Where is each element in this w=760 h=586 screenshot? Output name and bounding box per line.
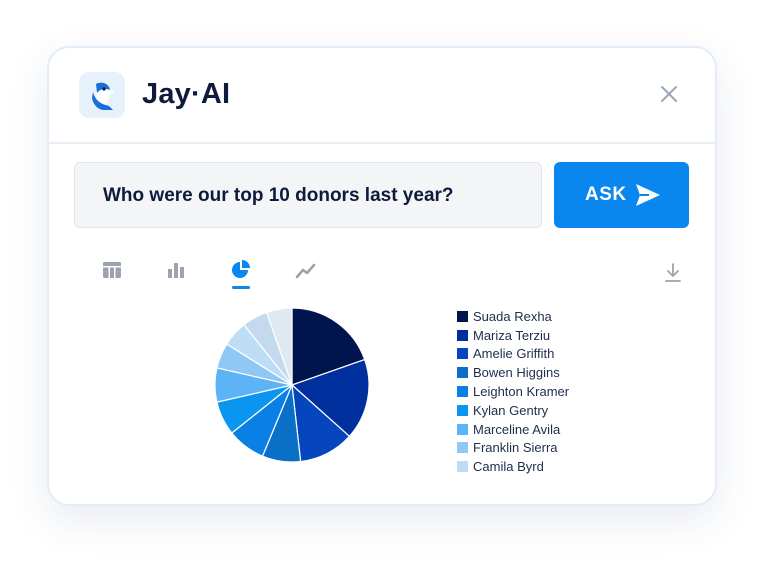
download-icon <box>665 263 681 282</box>
legend-item: Bowen Higgins <box>457 363 569 382</box>
chart-legend: Suada Rexha Mariza Terziu Amelie Griffith B… <box>457 307 569 476</box>
legend-item: Kylan Gentry <box>457 401 569 420</box>
widget-header: Jay·AI <box>49 48 715 144</box>
legend-swatch <box>457 404 468 416</box>
legend-item: Suada Rexha <box>457 307 569 326</box>
legend-item: Marceline Avila <box>457 420 569 439</box>
legend-label: Bowen Higgins <box>473 365 560 381</box>
legend-label: Franklin Sierra <box>473 440 558 456</box>
legend-label: Amelie Griffith <box>473 346 555 362</box>
donor-pie-chart <box>214 307 370 463</box>
legend-item: Camila Byrd <box>457 457 569 476</box>
legend-swatch <box>457 442 468 454</box>
close-icon[interactable] <box>659 84 679 104</box>
line-view-tab[interactable] <box>294 258 318 282</box>
active-tab-indicator <box>232 286 250 289</box>
pie-chart-icon <box>232 260 250 278</box>
bar-chart-icon <box>168 263 184 278</box>
table-icon <box>103 262 121 278</box>
pie-view-tab[interactable] <box>229 258 253 282</box>
table-view-tab[interactable] <box>100 258 124 282</box>
legend-label: Suada Rexha <box>473 308 552 324</box>
download-button[interactable] <box>663 262 683 284</box>
jay-ai-widget: Jay·AI Who were our top 10 donors last y… <box>47 46 717 506</box>
line-chart-icon <box>295 263 316 279</box>
legend-item: Leighton Kramer <box>457 382 569 401</box>
bar-view-tab[interactable] <box>164 258 188 282</box>
legend-item: Mariza Terziu <box>457 326 569 345</box>
legend-swatch <box>457 348 468 360</box>
legend-label: Leighton Kramer <box>473 384 570 400</box>
legend-swatch <box>457 329 468 341</box>
legend-swatch <box>457 461 468 473</box>
ask-button[interactable]: ASK <box>554 162 689 228</box>
legend-swatch <box>457 310 468 322</box>
legend-item: Amelie Griffith <box>457 345 569 364</box>
legend-label: Marceline Avila <box>473 421 561 437</box>
bluejay-logo-icon <box>79 72 125 118</box>
legend-item: Franklin Sierra <box>457 439 569 458</box>
query-input[interactable]: Who were our top 10 donors last year? <box>74 162 542 228</box>
legend-swatch <box>457 423 468 435</box>
legend-label: Camila Byrd <box>473 459 544 475</box>
legend-swatch <box>457 367 468 379</box>
ask-button-label: ASK <box>585 184 627 205</box>
app-title: Jay·AI <box>142 78 231 110</box>
send-icon <box>636 184 660 206</box>
legend-label: Mariza Terziu <box>473 327 551 343</box>
legend-swatch <box>457 386 468 398</box>
legend-label: Kylan Gentry <box>473 402 549 418</box>
